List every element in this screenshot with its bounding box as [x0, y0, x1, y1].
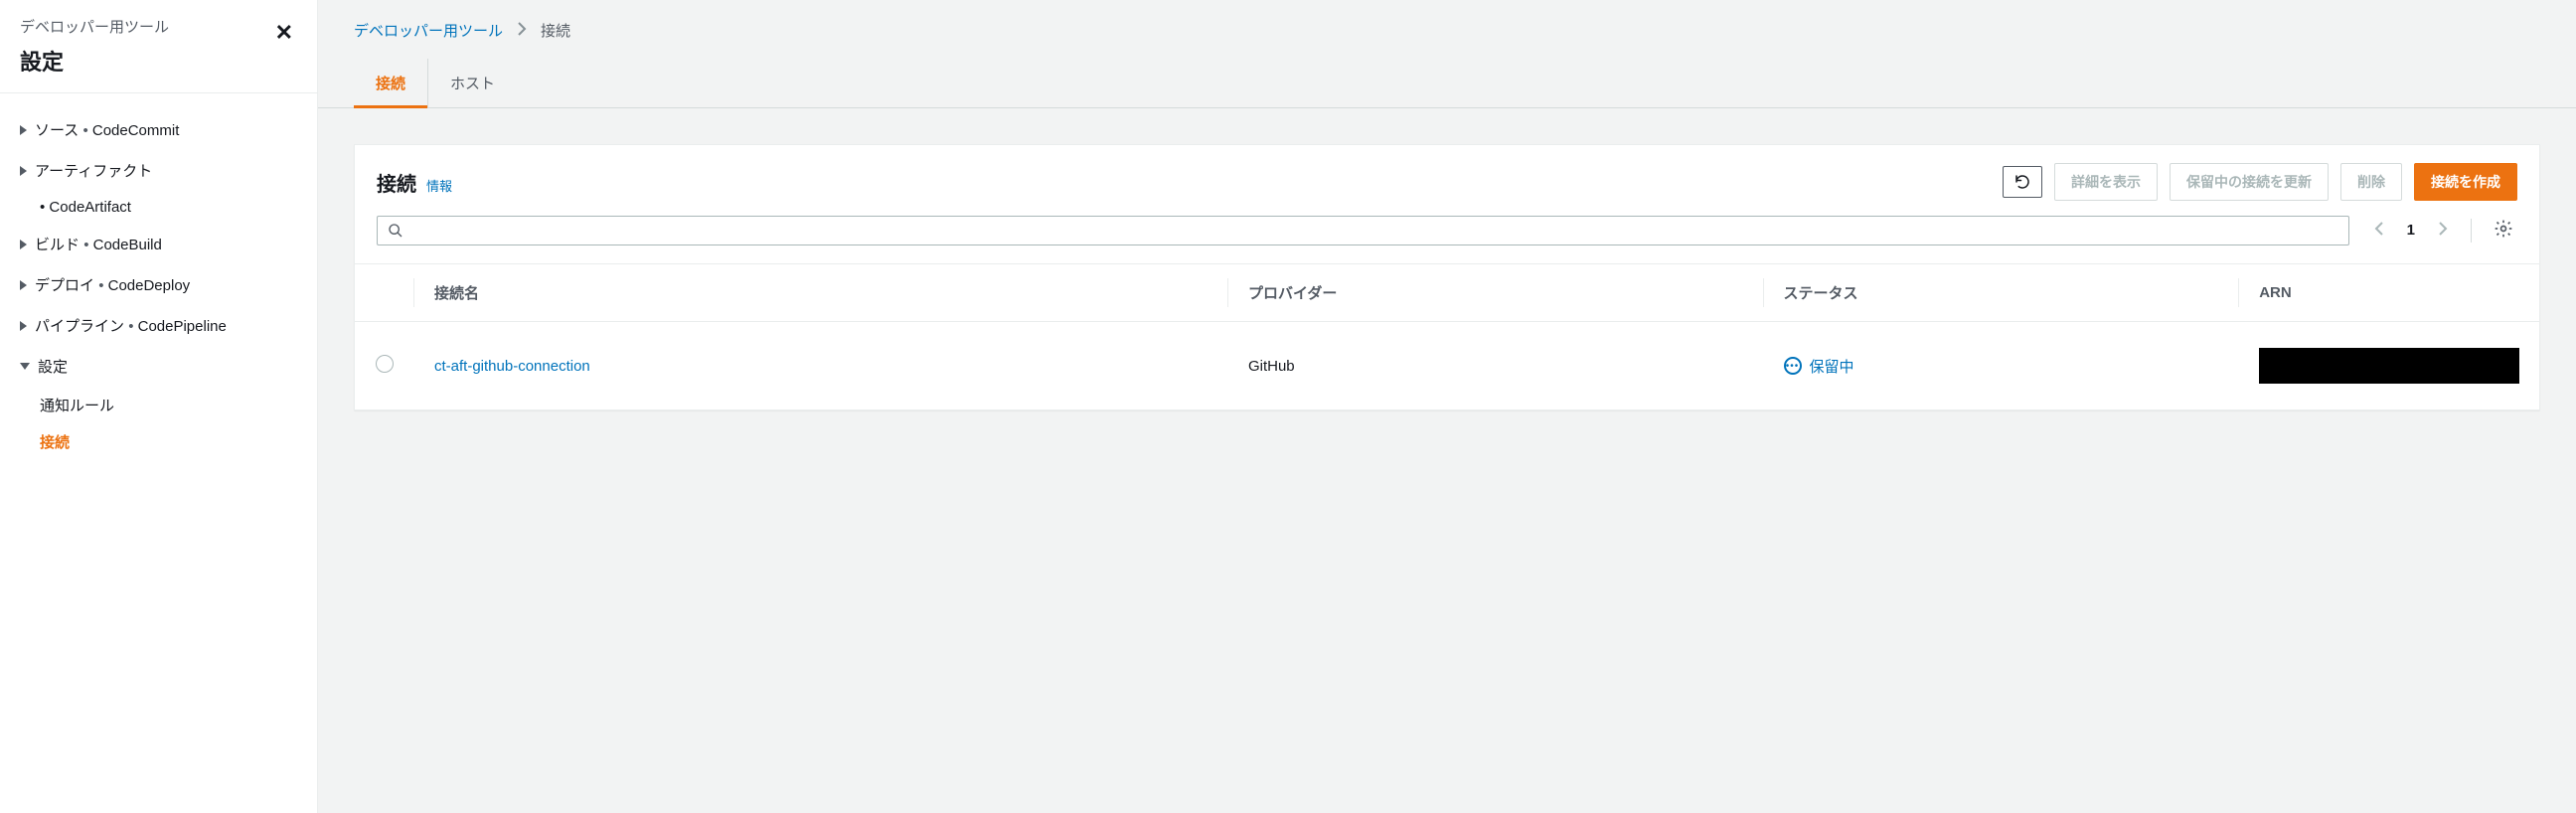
panel-toolbar: 1 [355, 215, 2539, 263]
sidebar-item-source[interactable]: ソース • CodeCommit [0, 109, 317, 150]
chevron-left-icon [2373, 221, 2385, 237]
close-icon[interactable]: ✕ [271, 16, 297, 50]
connections-table: 接続名 プロバイダー ステータス ARN ct-aft-github-conne… [355, 263, 2539, 409]
chevron-right-icon [2437, 221, 2449, 237]
refresh-button[interactable] [2003, 166, 2042, 198]
sidebar-sub-label: 通知ルール [40, 398, 114, 414]
info-link[interactable]: 情報 [426, 176, 452, 195]
tabs: 接続 ホスト [318, 59, 2576, 108]
sidebar-item-settings[interactable]: 設定 [0, 346, 317, 387]
divider [2471, 219, 2472, 243]
pending-status-icon: ••• [1784, 357, 1802, 375]
page-number: 1 [2407, 222, 2415, 239]
sidebar-item-artifact[interactable]: アーティファクト [0, 150, 317, 191]
breadcrumb-current: 接続 [541, 20, 570, 41]
update-pending-button[interactable]: 保留中の接続を更新 [2170, 163, 2329, 201]
col-name[interactable]: 接続名 [414, 264, 1228, 322]
panel-actions: 詳細を表示 保留中の接続を更新 削除 接続を作成 [2003, 163, 2517, 201]
connection-name-link[interactable]: ct-aft-github-connection [434, 358, 590, 375]
sidebar-sub-codeartifact[interactable]: • CodeArtifact [0, 191, 317, 224]
sidebar-item-extra: CodeDeploy [108, 277, 191, 294]
col-provider[interactable]: プロバイダー [1228, 264, 1764, 322]
connections-panel: 接続 情報 詳細を表示 保留中の接続を更新 削除 接続を作成 [354, 144, 2540, 410]
search-input[interactable] [411, 223, 2338, 239]
sidebar-item-build[interactable]: ビルド • CodeBuild [0, 224, 317, 264]
sidebar: デベロッパー用ツール 設定 ✕ ソース • CodeCommit アーティファク… [0, 0, 318, 813]
sidebar-header: デベロッパー用ツール 設定 ✕ [0, 16, 317, 93]
sidebar-item-extra: CodeBuild [93, 237, 162, 253]
sidebar-item-label: デプロイ [35, 277, 94, 294]
arn-redacted [2259, 348, 2519, 384]
gear-icon [2494, 219, 2513, 239]
table-row: ct-aft-github-connection GitHub ••• 保留中 [355, 322, 2539, 410]
create-connection-button[interactable]: 接続を作成 [2414, 163, 2517, 201]
search-input-wrap[interactable] [377, 216, 2349, 245]
col-status[interactable]: ステータス [1764, 264, 2240, 322]
provider-cell: GitHub [1228, 322, 1764, 410]
row-select-radio[interactable] [376, 355, 394, 373]
pager: 1 [2369, 215, 2517, 245]
sidebar-item-pipeline[interactable]: パイプライン • CodePipeline [0, 305, 317, 346]
caret-right-icon [20, 166, 27, 176]
sidebar-sub-connections[interactable]: 接続 [0, 423, 317, 460]
tab-hosts[interactable]: ホスト [428, 59, 517, 107]
main: デベロッパー用ツール 接続 接続 ホスト 接続 情報 [318, 0, 2576, 813]
settings-button[interactable] [2490, 215, 2517, 245]
sidebar-sub-label: CodeArtifact [49, 199, 131, 216]
sidebar-item-label: アーティファクト [35, 160, 152, 181]
sidebar-item-label: ソース [35, 122, 79, 139]
sidebar-item-label: 設定 [38, 356, 68, 377]
panel-title: 接続 [377, 168, 416, 197]
sidebar-title: 設定 [20, 45, 169, 77]
refresh-icon [2013, 173, 2031, 191]
tab-label: ホスト [450, 76, 495, 92]
sidebar-item-label: パイプライン [35, 318, 124, 335]
breadcrumb-root[interactable]: デベロッパー用ツール [354, 20, 503, 41]
tab-connections[interactable]: 接続 [354, 59, 428, 107]
status-cell: ••• 保留中 [1784, 356, 2220, 377]
caret-right-icon [20, 280, 27, 290]
view-details-button[interactable]: 詳細を表示 [2054, 163, 2158, 201]
caret-right-icon [20, 321, 27, 331]
col-select [355, 264, 414, 322]
search-icon [388, 223, 403, 239]
status-label: 保留中 [1810, 356, 1854, 377]
sidebar-sub-label: 接続 [40, 434, 70, 451]
sidebar-item-extra: CodePipeline [138, 318, 227, 335]
caret-down-icon [20, 363, 30, 370]
panel-header: 接続 情報 詳細を表示 保留中の接続を更新 削除 接続を作成 [355, 145, 2539, 215]
next-page-button[interactable] [2433, 217, 2453, 244]
breadcrumb: デベロッパー用ツール 接続 [318, 0, 2576, 59]
delete-button[interactable]: 削除 [2340, 163, 2402, 201]
chevron-right-icon [517, 22, 527, 40]
caret-right-icon [20, 125, 27, 135]
sidebar-item-deploy[interactable]: デプロイ • CodeDeploy [0, 264, 317, 305]
sidebar-sub-notification-rules[interactable]: 通知ルール [0, 387, 317, 423]
col-arn[interactable]: ARN [2239, 264, 2539, 322]
prev-page-button[interactable] [2369, 217, 2389, 244]
caret-right-icon [20, 240, 27, 249]
sidebar-item-extra: CodeCommit [92, 122, 180, 139]
sidebar-suptitle: デベロッパー用ツール [20, 16, 169, 37]
sidebar-item-label: ビルド [35, 237, 80, 253]
tab-label: 接続 [376, 76, 405, 92]
